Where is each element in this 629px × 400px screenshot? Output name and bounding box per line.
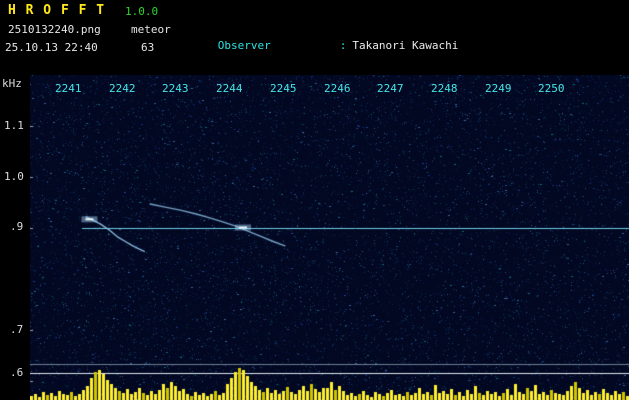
hrofft-screen: H R O F F T 1.0.0 2510132240.png meteor … bbox=[0, 0, 629, 400]
y-tick-1.0: 1.0 bbox=[4, 171, 24, 182]
y-tick-1.1: 1.1 bbox=[4, 120, 24, 131]
time-tick-2250: 2250 bbox=[538, 83, 565, 94]
y-tick-0.9: .9 bbox=[10, 221, 23, 232]
time-tick-2245: 2245 bbox=[270, 83, 297, 94]
spectrogram-canvas bbox=[30, 75, 629, 400]
time-tick-2243: 2243 bbox=[162, 83, 189, 94]
mode-label: meteor bbox=[131, 24, 171, 35]
y-tick-0.7: .7 bbox=[10, 324, 23, 335]
info-value: Takanori Kawachi bbox=[352, 39, 458, 52]
y-tick-0.6: .6 bbox=[10, 367, 23, 378]
time-tick-2242: 2242 bbox=[109, 83, 136, 94]
time-tick-2249: 2249 bbox=[485, 83, 512, 94]
info-separator: : bbox=[340, 39, 353, 52]
time-tick-2246: 2246 bbox=[324, 83, 351, 94]
app-title: H R O F F T bbox=[8, 4, 105, 17]
info-row-observer: Observer:Takanori Kawachi bbox=[178, 26, 591, 39]
info-label: Observer bbox=[218, 39, 340, 52]
time-tick-2247: 2247 bbox=[377, 83, 404, 94]
y-axis-unit: kHz bbox=[2, 78, 22, 89]
datetime-label: 25.10.13 22:40 bbox=[5, 42, 98, 53]
echo-count: 63 bbox=[141, 42, 154, 53]
info-row-location: Receiving Location:Ogaki, Gifu, JAPAN (1… bbox=[178, 61, 591, 74]
output-filename: 2510132240.png bbox=[8, 24, 101, 35]
time-tick-2241: 2241 bbox=[55, 83, 82, 94]
time-tick-2244: 2244 bbox=[216, 83, 243, 94]
app-version: 1.0.0 bbox=[125, 6, 158, 17]
time-tick-2248: 2248 bbox=[431, 83, 458, 94]
